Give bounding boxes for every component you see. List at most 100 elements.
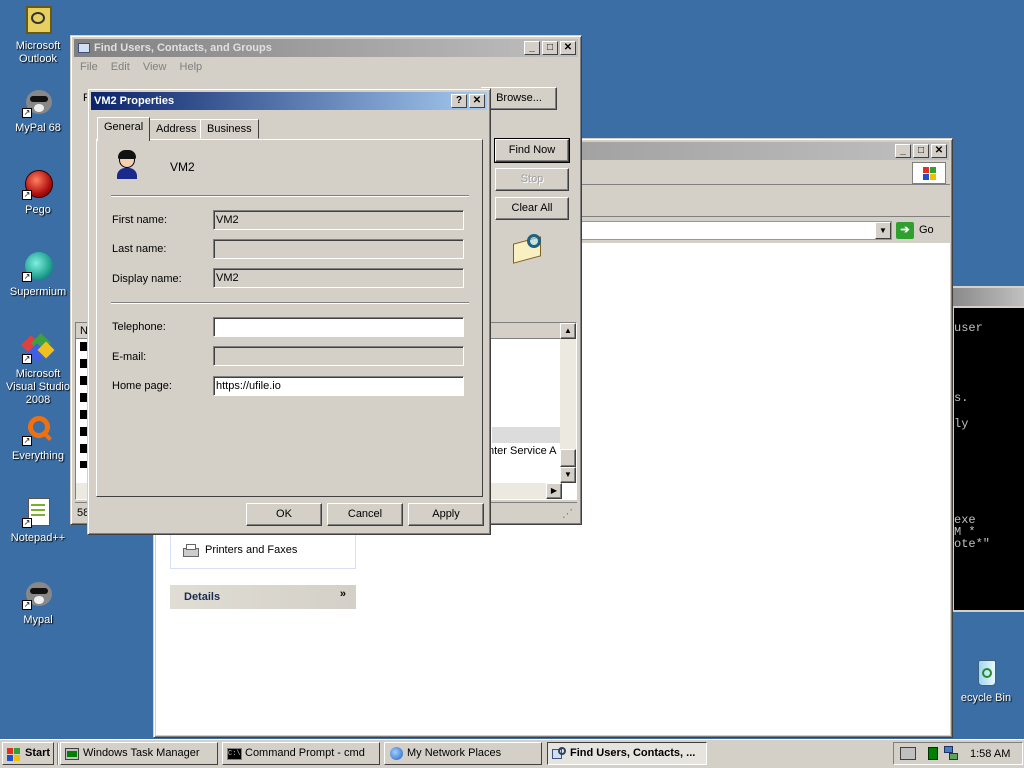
recycle-bin-icon xyxy=(970,656,1002,688)
help-button[interactable]: ? xyxy=(451,94,467,108)
find-now-button[interactable]: Find Now xyxy=(494,138,570,163)
taskbar-button-label: Find Users, Contacts, ... xyxy=(570,747,696,759)
ok-button[interactable]: OK xyxy=(246,503,322,526)
find-users-icon xyxy=(76,40,92,56)
last-name-field[interactable] xyxy=(213,239,464,259)
menu-file[interactable]: File xyxy=(75,61,103,73)
raccoon-icon: ↗ xyxy=(22,578,54,610)
dialog-title: VM2 Properties xyxy=(94,95,175,107)
vertical-scrollbar[interactable]: ▲ ▼ xyxy=(560,323,576,483)
stop-button[interactable]: Stop xyxy=(495,168,569,191)
desktop-icon-recycle-bin[interactable]: ecycle Bin xyxy=(948,656,1024,705)
desktop-icon-outlook[interactable]: Microsoft Outlook xyxy=(0,4,76,66)
resize-grip-icon[interactable]: ⋰ xyxy=(562,507,573,520)
everything-icon: ↗ xyxy=(22,414,54,446)
desktop-icon-label: Microsoft Outlook xyxy=(15,40,61,65)
email-field[interactable] xyxy=(213,346,464,366)
table-row[interactable] xyxy=(492,427,562,443)
taskbar-button-find-users[interactable]: Find Users, Contacts, ... xyxy=(547,742,707,765)
apply-button[interactable]: Apply xyxy=(408,503,484,526)
minimize-button[interactable]: _ xyxy=(895,144,911,158)
cmd-text: ly xyxy=(954,417,969,431)
email-label: E-mail: xyxy=(112,351,147,363)
home-page-label: Home page: xyxy=(112,380,172,392)
find-users-icon xyxy=(551,746,567,762)
desktop-icon-label: Mypal xyxy=(23,614,53,626)
search-magnifier-icon xyxy=(511,232,547,266)
maximize-button[interactable]: □ xyxy=(542,41,558,55)
start-button[interactable]: Start xyxy=(2,742,54,765)
menu-help[interactable]: Help xyxy=(175,61,208,73)
cancel-button[interactable]: Cancel xyxy=(327,503,403,526)
clear-all-button[interactable]: Clear All xyxy=(495,197,569,220)
close-button[interactable]: ✕ xyxy=(931,144,947,158)
desktop-icon-mypal[interactable]: ↗ Mypal xyxy=(0,578,76,627)
find-users-titlebar[interactable]: Find Users, Contacts, and Groups _ □ ✕ xyxy=(74,39,578,57)
visual-studio-icon: ↗ xyxy=(21,332,55,364)
taskbar-button-network-places[interactable]: My Network Places xyxy=(384,742,542,765)
desktop-icon-label: Supermium xyxy=(9,286,67,298)
menu-edit[interactable]: Edit xyxy=(106,61,135,73)
keyboard-icon[interactable] xyxy=(900,747,916,760)
chevron-down-icon[interactable]: » xyxy=(340,588,346,600)
properties-titlebar[interactable]: VM2 Properties ? ✕ xyxy=(91,92,487,110)
task-manager-icon xyxy=(64,746,80,762)
windows-flag-icon xyxy=(6,746,22,762)
last-name-label: Last name: xyxy=(112,243,167,255)
separator xyxy=(57,743,59,765)
taskbar: Start Windows Task Manager C:\ Command P… xyxy=(0,739,1024,768)
browse-button[interactable]: Browse... xyxy=(481,87,557,110)
go-button[interactable]: ➔ Go xyxy=(896,221,944,240)
address-dropdown-button[interactable]: ▼ xyxy=(875,222,891,239)
desktop-icon-label: ecycle Bin xyxy=(960,692,1012,704)
desktop-icon-supermium[interactable]: ↗ Supermium xyxy=(0,250,76,299)
scroll-down-button[interactable]: ▼ xyxy=(560,467,576,483)
scroll-right-button[interactable]: ▶ xyxy=(546,483,562,499)
contact-name: VM2 xyxy=(170,160,195,174)
cmd-text: user xyxy=(954,321,983,335)
telephone-field[interactable] xyxy=(213,317,464,337)
separator xyxy=(111,195,469,197)
separator xyxy=(111,302,469,304)
details-panel-header[interactable]: Details » xyxy=(170,585,356,609)
general-tab-page: VM2 First name: VM2 Last name: Display n… xyxy=(96,139,483,497)
desktop-icon-visual-studio[interactable]: ↗ Microsoft Visual Studio 2008 xyxy=(0,332,76,407)
desktop-icon-mypal68[interactable]: ↗ MyPal 68 xyxy=(0,86,76,135)
tray-app-icon[interactable] xyxy=(928,747,938,760)
close-button[interactable]: ✕ xyxy=(560,41,576,55)
maximize-button[interactable]: □ xyxy=(913,144,929,158)
printers-and-faxes-link[interactable]: Printers and Faxes xyxy=(205,544,297,556)
home-page-field[interactable]: https://ufile.io xyxy=(213,376,464,396)
table-row[interactable]: nter Service A xyxy=(488,445,568,461)
clock[interactable]: 1:58 AM xyxy=(970,748,1010,760)
tab-business[interactable]: Business xyxy=(200,119,259,139)
first-name-field[interactable]: VM2 xyxy=(213,210,464,230)
taskbar-button-task-manager[interactable]: Windows Task Manager xyxy=(60,742,218,765)
cmd-console[interactable]: user s. ly exe M * ote*" xyxy=(954,308,1024,610)
network-tray-icon[interactable] xyxy=(944,746,960,761)
taskbar-button-label: Windows Task Manager xyxy=(83,747,200,759)
desktop-icon-everything[interactable]: ↗ Everything xyxy=(0,414,76,463)
close-button[interactable]: ✕ xyxy=(469,94,485,108)
first-name-label: First name: xyxy=(112,214,168,226)
window-title: Find Users, Contacts, and Groups xyxy=(94,42,272,54)
display-name-field[interactable]: VM2 xyxy=(213,268,464,288)
taskbar-button-cmd[interactable]: C:\ Command Prompt - cmd xyxy=(222,742,380,765)
telephone-label: Telephone: xyxy=(112,321,166,333)
desktop-icon-pego[interactable]: ↗ Pego xyxy=(0,168,76,217)
contact-icon xyxy=(115,150,141,180)
desktop-icon-notepadpp[interactable]: ↗ Notepad++ xyxy=(0,496,76,545)
scroll-up-button[interactable]: ▲ xyxy=(560,323,576,339)
minimize-button[interactable]: _ xyxy=(524,41,540,55)
properties-dialog[interactable]: VM2 Properties ? ✕ General Address Busin… xyxy=(87,88,491,535)
start-label: Start xyxy=(25,747,51,759)
scroll-thumb[interactable] xyxy=(560,449,576,467)
tab-address[interactable]: Address xyxy=(149,119,204,139)
list-item-text: nter Service A xyxy=(488,445,557,457)
supermium-icon: ↗ xyxy=(22,250,54,282)
tab-general[interactable]: General xyxy=(97,117,151,141)
raccoon-icon: ↗ xyxy=(22,86,54,118)
desktop-icon-label: Everything xyxy=(12,450,64,462)
cmd-text: s. xyxy=(954,391,969,405)
menu-view[interactable]: View xyxy=(138,61,172,73)
